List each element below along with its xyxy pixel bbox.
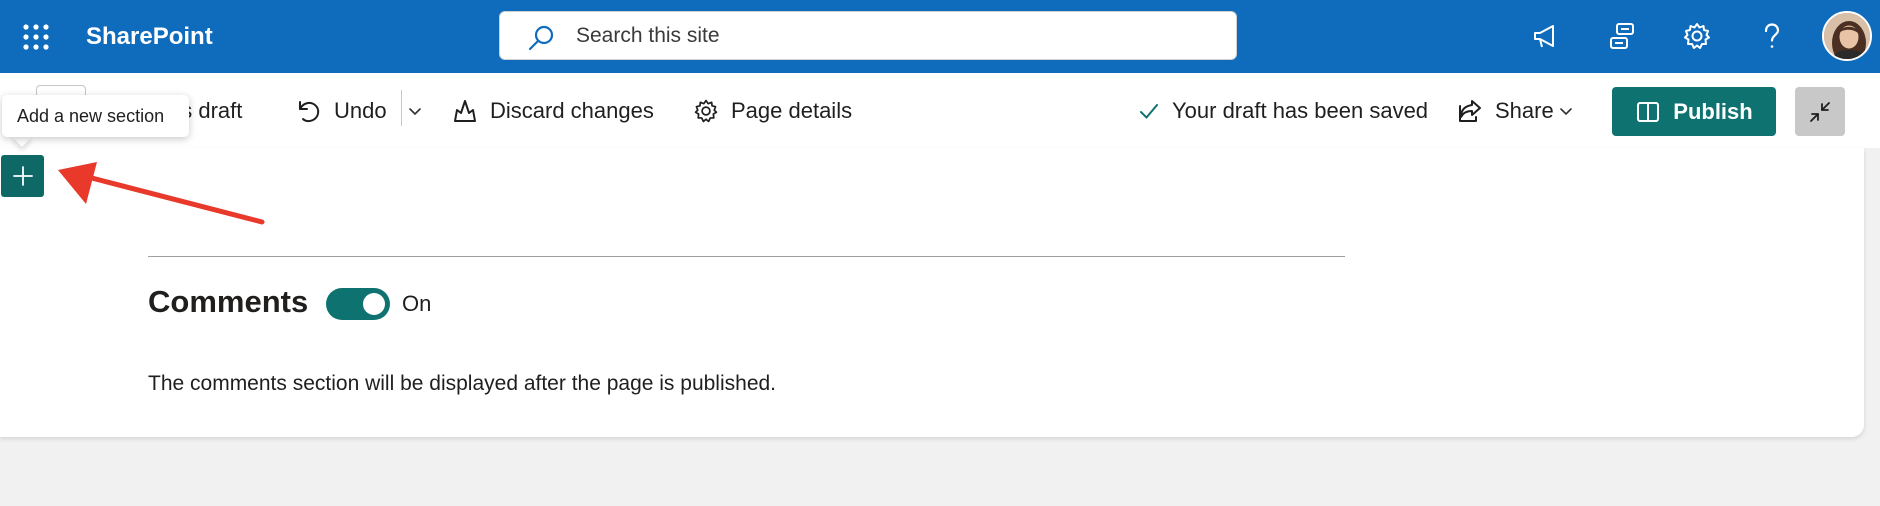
page-details-button[interactable]: Page details (693, 73, 852, 148)
publish-label: Publish (1673, 98, 1753, 124)
chevron-down-icon (1560, 107, 1572, 115)
chevron-down-icon (409, 107, 421, 115)
share-icon (1459, 99, 1481, 122)
discard-changes-label: Discard changes (490, 97, 654, 123)
draft-status: Your draft has been saved (1138, 73, 1428, 148)
collapse-icon (1810, 101, 1830, 122)
app-name[interactable]: SharePoint (86, 0, 213, 73)
search-icon (527, 24, 555, 57)
help-icon[interactable] (1752, 16, 1792, 56)
publish-button[interactable]: Publish (1612, 87, 1776, 136)
settings-icon[interactable] (1677, 16, 1717, 56)
comments-note: The comments section will be displayed a… (148, 372, 777, 395)
undo-dropdown-button[interactable] (407, 73, 435, 148)
share-label: Share (1495, 97, 1554, 123)
undo-button[interactable]: Undo (296, 73, 387, 148)
add-section-tooltip: Add a new section (2, 95, 189, 137)
book-icon (1637, 101, 1660, 122)
comments-title: Comments (148, 284, 309, 319)
suite-bar: SharePoint (0, 0, 1880, 73)
checkmark-icon (1140, 103, 1158, 118)
discard-icon (454, 99, 476, 122)
share-dropdown-button[interactable] (1558, 73, 1586, 148)
comments-toggle-state: On (402, 291, 432, 316)
avatar[interactable] (1822, 11, 1872, 61)
announcement-icon[interactable] (1526, 16, 1566, 56)
search-input[interactable] (576, 12, 1196, 59)
comments-toggle[interactable] (326, 288, 390, 320)
connections-icon[interactable] (1602, 16, 1642, 56)
annotation-arrow-icon (58, 162, 265, 225)
command-bar: as draft Undo Discard changes Page detai… (0, 73, 1880, 148)
waffle-icon[interactable] (18, 19, 54, 55)
undo-label: Undo (334, 97, 387, 123)
add-section-button[interactable] (1, 155, 44, 197)
share-button[interactable]: Share (1457, 73, 1554, 148)
undo-divider (401, 90, 402, 126)
collapse-button[interactable] (1795, 87, 1845, 136)
plus-icon (12, 166, 33, 186)
discard-changes-button[interactable]: Discard changes (452, 73, 654, 148)
section-divider (148, 256, 1345, 257)
undo-icon (299, 100, 320, 122)
page-details-label: Page details (731, 97, 853, 123)
tooltip-text: Add a new section (17, 105, 165, 126)
search-box[interactable] (499, 11, 1237, 60)
draft-status-text: Your draft has been saved (1172, 97, 1429, 123)
toggle-knob (363, 293, 385, 315)
settings-icon (694, 99, 718, 122)
